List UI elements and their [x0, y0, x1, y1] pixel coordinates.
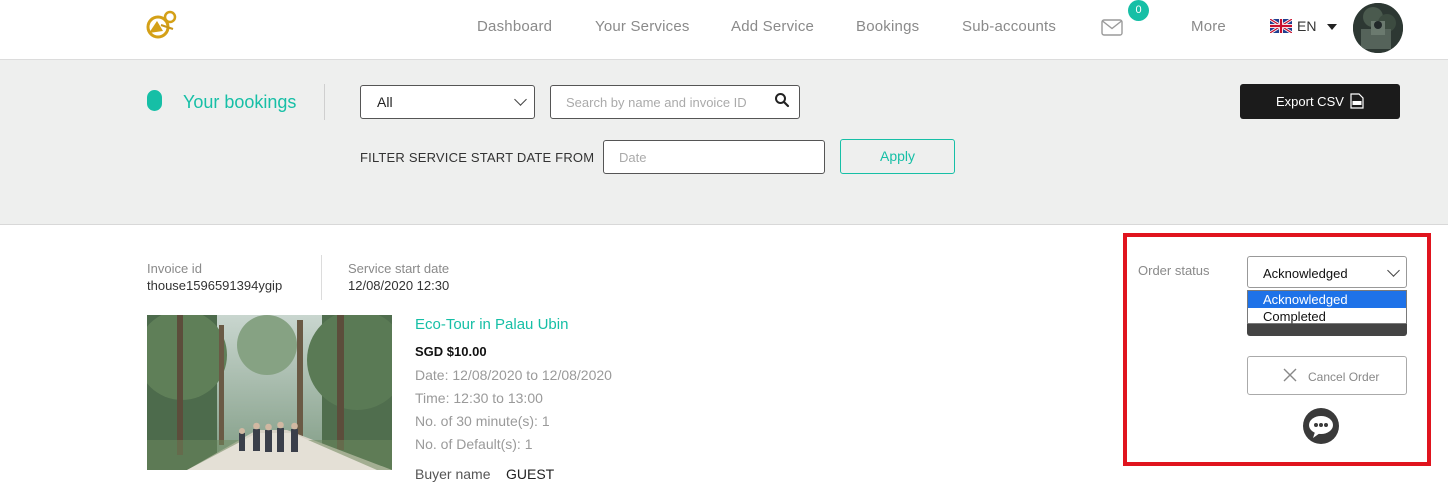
mail-count-badge: 0: [1128, 0, 1149, 21]
language-caret-icon[interactable]: [1327, 24, 1337, 30]
buyer-name-label: Buyer name: [415, 466, 491, 482]
detail-time: Time: 12:30 to 13:00: [415, 390, 543, 406]
chevron-down-icon: [514, 93, 527, 106]
date-filter-label: FILTER SERVICE START DATE FROM: [360, 150, 595, 165]
dropdown-shadow: [1247, 324, 1407, 336]
cancel-order-button[interactable]: Cancel Order: [1247, 356, 1407, 395]
language-selector[interactable]: EN: [1297, 18, 1316, 34]
order-status-value: Acknowledged: [1263, 266, 1348, 281]
service-photo: [147, 315, 392, 470]
uk-flag-icon[interactable]: [1270, 19, 1292, 33]
service-start-value: 12/08/2020 12:30: [348, 278, 450, 293]
order-status-label: Order status: [1138, 263, 1210, 278]
status-filter-value: All: [377, 94, 393, 110]
nav-link-sub-accounts[interactable]: Sub-accounts: [962, 18, 1056, 35]
option-completed[interactable]: Completed: [1248, 308, 1406, 325]
date-placeholder: Date: [619, 150, 647, 165]
detail-date: Date: 12/08/2020 to 12/08/2020: [415, 367, 612, 383]
detail-defaults: No. of Default(s): 1: [415, 436, 533, 452]
option-acknowledged[interactable]: Acknowledged: [1248, 291, 1406, 308]
avatar-image: [1353, 3, 1403, 53]
order-status-select[interactable]: Acknowledged: [1247, 256, 1407, 288]
nav-link-bookings[interactable]: Bookings: [856, 18, 919, 35]
start-date-input[interactable]: Date: [603, 140, 825, 174]
apply-button[interactable]: Apply: [840, 139, 955, 174]
search-placeholder: Search by name and invoice ID: [566, 95, 747, 110]
buyer-name-value: GUEST: [506, 466, 555, 482]
search-input[interactable]: Search by name and invoice ID: [550, 85, 800, 119]
status-filter-select[interactable]: All: [360, 85, 535, 119]
divider: [321, 255, 322, 300]
close-icon: [1283, 368, 1297, 382]
invoice-id-label: Invoice id: [147, 261, 202, 276]
chat-bubble-icon[interactable]: [1302, 407, 1340, 445]
price-value: SGD $10.00: [415, 344, 487, 359]
order-status-dropdown: Acknowledged Completed: [1247, 290, 1407, 324]
service-start-label: Service start date: [348, 261, 450, 276]
brand-logo-icon[interactable]: [143, 9, 179, 41]
user-avatar[interactable]: [1353, 3, 1403, 53]
export-csv-label: Export CSV: [1276, 94, 1344, 109]
mail-icon[interactable]: [1101, 19, 1123, 36]
section-marker: [147, 90, 162, 111]
service-title-link[interactable]: Eco-Tour in Palau Ubin: [415, 316, 568, 333]
nav-link-your-services[interactable]: Your Services: [595, 18, 690, 35]
page-title: Your bookings: [183, 92, 297, 112]
nav-link-more[interactable]: More: [1191, 18, 1226, 35]
detail-30-minutes: No. of 30 minute(s): 1: [415, 413, 550, 429]
nav-link-dashboard[interactable]: Dashboard: [477, 18, 552, 35]
search-icon[interactable]: [774, 92, 790, 108]
top-navbar: Dashboard Your Services Add Service Book…: [0, 0, 1448, 60]
export-csv-button[interactable]: Export CSV: [1240, 84, 1400, 119]
chevron-down-icon: [1387, 264, 1400, 277]
cancel-order-label: Cancel Order: [1308, 370, 1380, 384]
invoice-id-value: thouse1596591394ygip: [147, 278, 283, 293]
csv-file-icon: [1350, 93, 1364, 109]
divider: [324, 84, 325, 120]
nav-link-add-service[interactable]: Add Service: [731, 18, 814, 35]
